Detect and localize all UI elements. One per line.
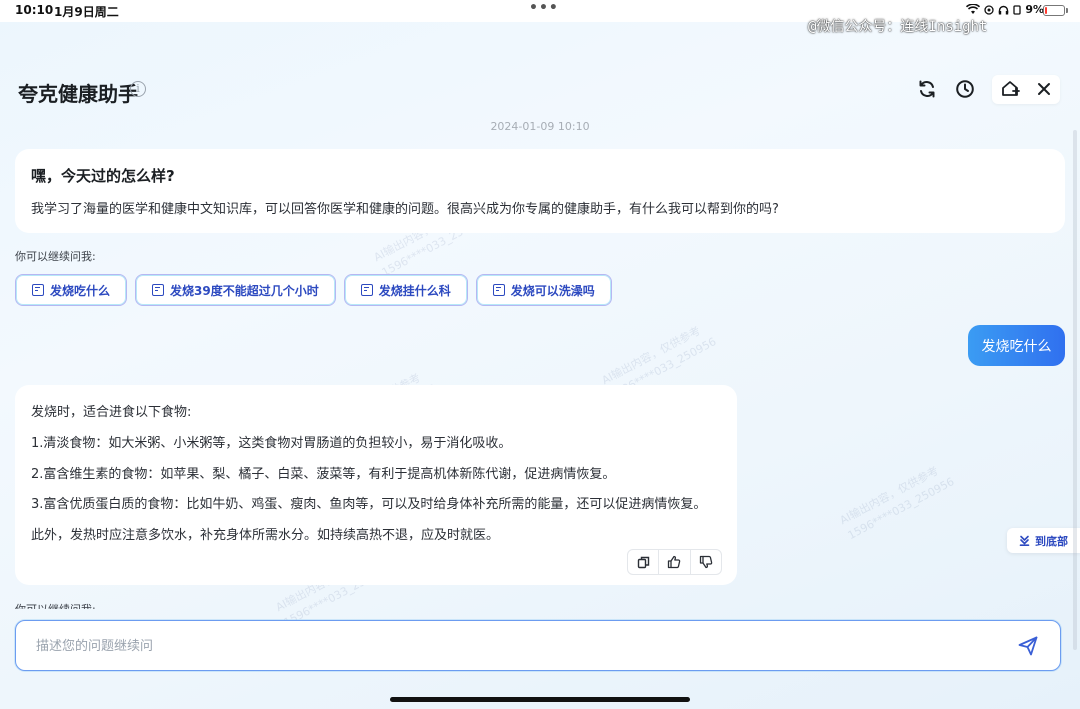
thumbs-up-icon xyxy=(668,555,681,569)
info-icon[interactable]: i xyxy=(130,81,146,97)
location-icon xyxy=(984,4,994,15)
content-watermark: AI输出内容，仅供参考1596****033_250956 xyxy=(837,464,957,542)
suggestions-label-partial: 你可以继续问我: xyxy=(15,601,96,609)
answer-line: 3.富含优质蛋白质的食物：比如牛奶、鸡蛋、瘦肉、鱼肉等，可以及时给身体补充所需的… xyxy=(31,497,707,512)
refresh-icon[interactable] xyxy=(917,79,937,99)
copy-icon xyxy=(637,556,649,568)
answer-card: 发烧时，适合进食以下食物: 1.清淡食物：如大米粥、小米粥等，这类食物对胃肠道的… xyxy=(15,385,737,585)
suggestion-chip[interactable]: 发烧可以洗澡吗 xyxy=(475,274,612,306)
scrollbar[interactable] xyxy=(1073,130,1077,650)
headphones-icon xyxy=(999,5,1009,14)
suggestions-label: 你可以继续问我: xyxy=(15,250,96,263)
suggestion-chip[interactable]: 发烧39度不能超过几个小时 xyxy=(135,274,336,306)
status-time: 10:10 xyxy=(15,3,54,17)
status-date: 1月9日周二 xyxy=(54,5,119,19)
user-message-bubble: 发烧吃什么 xyxy=(968,325,1065,366)
chat-input-box xyxy=(15,620,1061,671)
close-icon[interactable] xyxy=(1034,79,1054,99)
battery-icon xyxy=(1043,5,1065,16)
home-indicator[interactable] xyxy=(390,697,690,702)
source-watermark: @微信公众号：连线Insight xyxy=(808,19,988,35)
greeting-title: 嘿，今天过的怎么样? xyxy=(31,167,175,185)
thumbs-down-icon xyxy=(699,555,713,569)
battery-cap xyxy=(1066,8,1068,13)
copy-button[interactable] xyxy=(628,550,660,574)
message-icon xyxy=(360,284,373,296)
chat-timestamp: 2024-01-09 10:10 xyxy=(490,120,590,133)
alarm-icon xyxy=(1013,4,1021,15)
answer-line: 2.富含维生素的食物：如苹果、梨、橘子、白菜、菠菜等，有利于提高机体新陈代谢，促… xyxy=(31,467,616,482)
answer-line: 此外，发热时应注意多饮水，补充身体所需水分。如持续高热不退，应及时就医。 xyxy=(31,528,500,543)
greeting-body: 我学习了海量的医学和健康中文知识库，可以回答你医学和健康的问题。很高兴成为你专属… xyxy=(31,202,779,217)
dislike-button[interactable] xyxy=(691,550,721,574)
arrow-down-to-line-icon xyxy=(1019,535,1030,546)
message-icon xyxy=(152,284,165,296)
send-icon xyxy=(1018,636,1038,656)
wifi-icon xyxy=(966,4,981,14)
answer-actions xyxy=(627,549,722,575)
suggestion-chip[interactable]: 发烧吃什么 xyxy=(15,274,128,306)
status-indicators: 9% xyxy=(966,3,1044,16)
scroll-to-bottom-button[interactable]: 到底部 xyxy=(1007,528,1080,553)
scroll-to-bottom-label: 到底部 xyxy=(1035,534,1068,548)
suggestion-chips: 发烧吃什么 发烧39度不能超过几个小时 发烧挂什么科 发烧可以洗澡吗 xyxy=(15,274,612,306)
chat-input[interactable] xyxy=(36,635,976,657)
message-icon xyxy=(32,284,44,296)
add-home-icon[interactable] xyxy=(1000,79,1020,99)
page-title: 夸克健康助手 xyxy=(18,82,138,106)
message-icon xyxy=(492,284,505,296)
like-button[interactable] xyxy=(659,550,691,574)
battery-percent: 9% xyxy=(1025,3,1044,16)
clock-icon[interactable] xyxy=(955,79,975,99)
answer-line: 1.清淡食物：如大米粥、小米粥等，这类食物对胃肠道的负担较小，易于消化吸收。 xyxy=(31,436,512,451)
battery-level-fill xyxy=(1045,7,1047,14)
answer-line: 发烧时，适合进食以下食物: xyxy=(31,405,192,420)
multitask-dots[interactable]: ••• xyxy=(529,0,559,16)
send-button[interactable] xyxy=(1015,633,1041,659)
greeting-card: 嘿，今天过的怎么样? 我学习了海量的医学和健康中文知识库，可以回答你医学和健康的… xyxy=(15,149,1065,233)
suggestion-chip[interactable]: 发烧挂什么科 xyxy=(343,274,468,306)
